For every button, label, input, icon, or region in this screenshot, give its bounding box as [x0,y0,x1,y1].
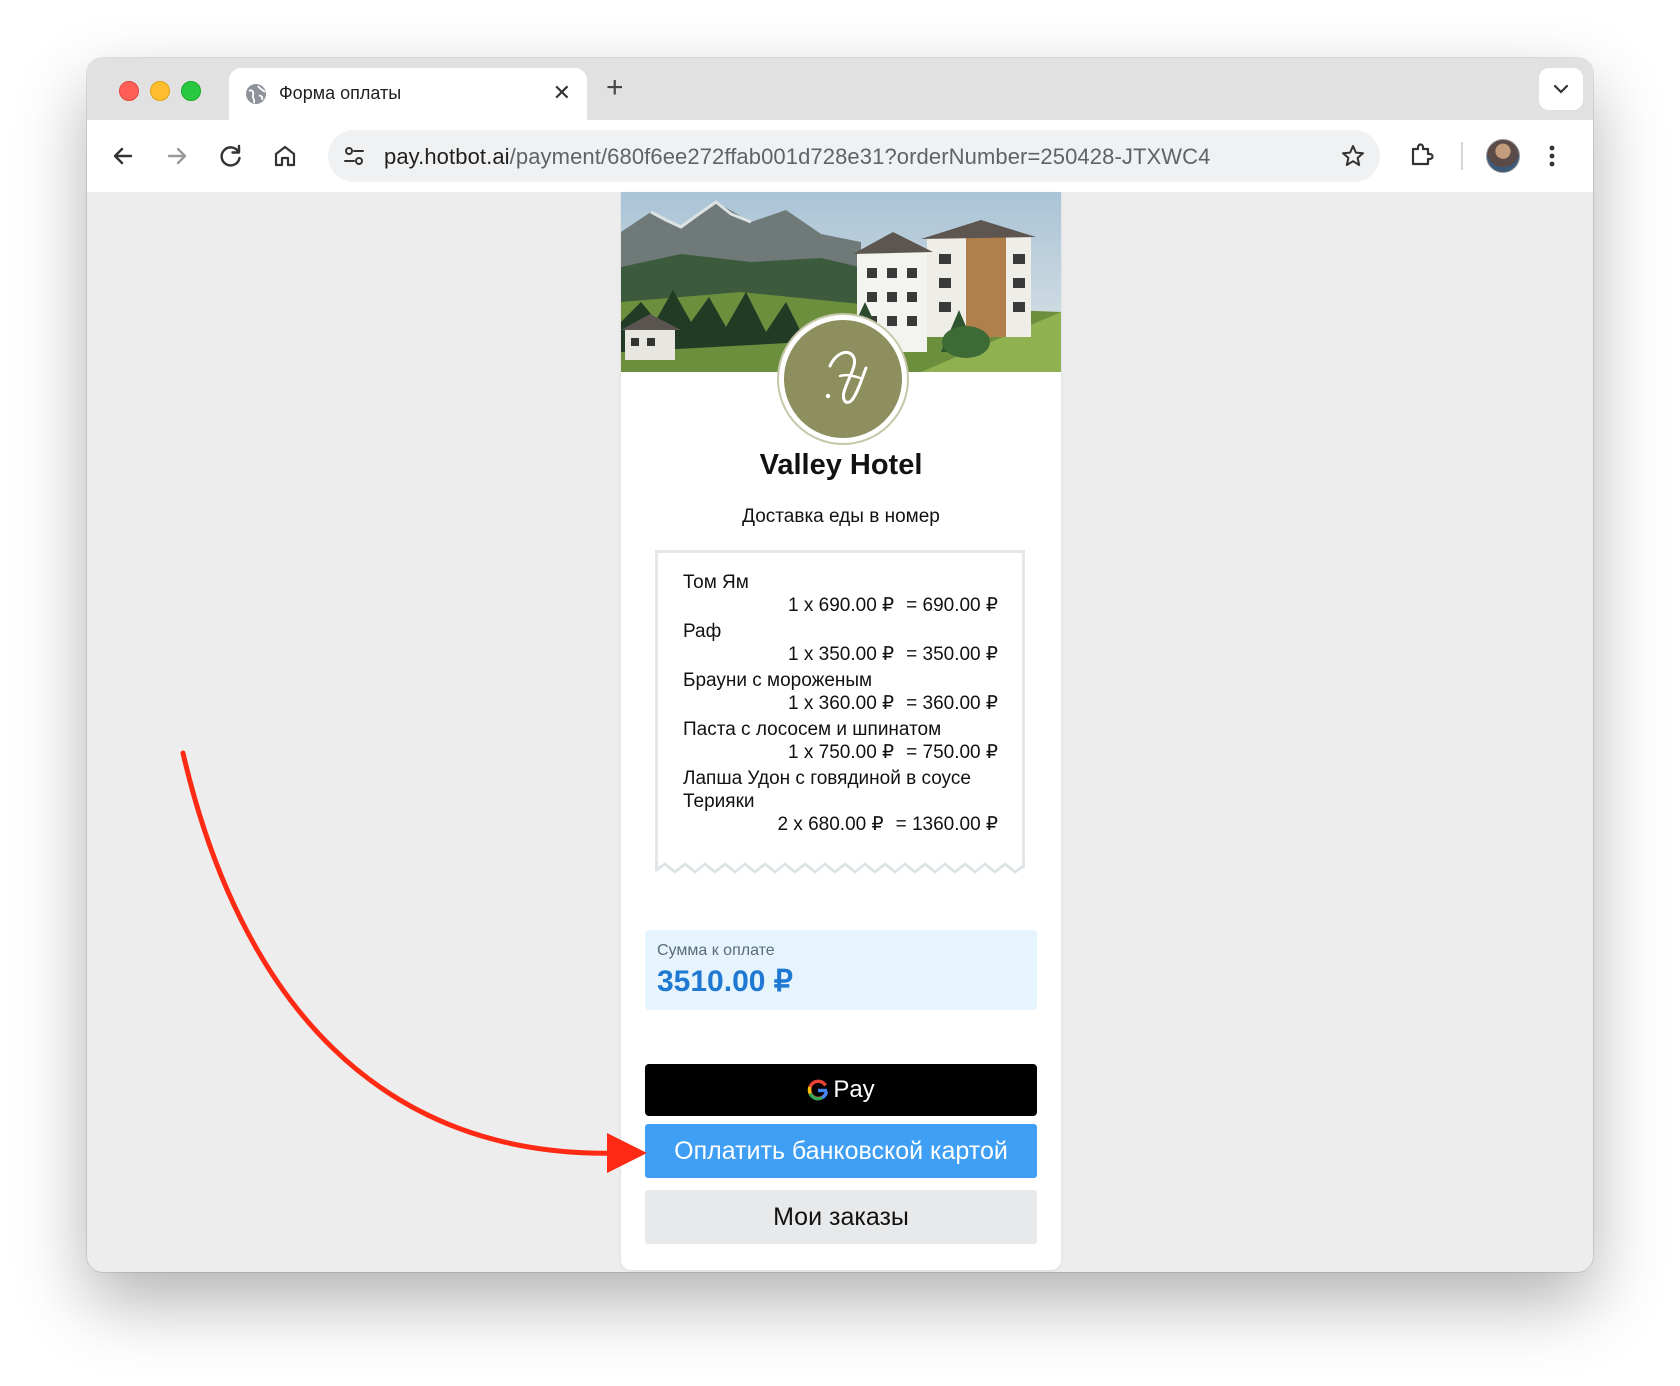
profile-avatar[interactable] [1486,139,1520,173]
item-qty: 1 [788,644,799,665]
item-calculation: 1 x 350.00 ₽ = 350.00 ₽ [788,644,998,665]
item-price: 360.00 ₽ [818,693,895,714]
item-price: 350.00 ₽ [818,644,895,665]
google-g-icon [808,1079,829,1101]
extensions-puzzle-icon[interactable] [1407,140,1437,170]
total-amount-box: Сумма к оплате 3510.00 ₽ [645,930,1037,1010]
item-calculation: 1 x 750.00 ₽ = 750.00 ₽ [788,742,998,763]
google-pay-label: Pay [833,1076,875,1103]
title-bar: Форма оплаты ✕ + [87,58,1593,120]
browser-toolbar: pay.hotbot.ai/payment/680f6ee272ffab001d… [87,120,1593,193]
globe-icon [246,84,266,104]
address-bar[interactable]: pay.hotbot.ai/payment/680f6ee272ffab001d… [328,130,1380,182]
item-qty: 1 [788,595,799,616]
browser-tab[interactable]: Форма оплаты ✕ [229,68,587,120]
list-item: Лапша Удон с говядиной в соусе Терияки 2… [683,767,998,836]
toolbar-divider [1461,142,1463,170]
chevron-down-icon [1553,84,1569,94]
item-qty: 1 [788,742,799,763]
order-receipt: Том Ям 1 x 690.00 ₽ = 690.00 ₽ Раф 1 x 35… [655,550,1025,868]
google-pay-button[interactable]: Pay [645,1064,1037,1116]
item-name: Брауни с мороженым [683,670,873,691]
item-name: Раф [683,621,722,642]
tab-search-button[interactable] [1539,68,1583,110]
receipt-zigzag-edge [655,862,1025,874]
item-calculation: 1 x 360.00 ₽ = 360.00 ₽ [788,693,998,714]
item-total: = 750.00 ₽ [906,742,998,763]
item-calculation: 1 x 690.00 ₽ = 690.00 ₽ [788,595,998,616]
item-name: Том Ям [683,572,749,593]
item-total: = 1360.00 ₽ [895,814,998,835]
bookmark-star-icon[interactable] [1340,143,1366,169]
my-orders-button[interactable]: Мои заказы [645,1190,1037,1244]
item-calculation: 2 x 680.00 ₽ = 1360.00 ₽ [777,814,998,835]
total-value: 3510.00 ₽ [657,965,793,998]
hotel-name: Valley Hotel [759,449,923,481]
close-window-button[interactable] [119,81,139,101]
tab-title: Форма оплаты [279,83,402,103]
list-item: Брауни с мороженым 1 x 360.00 ₽ = 360.00 … [683,669,998,715]
forward-arrow-icon[interactable] [161,140,193,172]
list-item: Том Ям 1 x 690.00 ₽ = 690.00 ₽ [683,571,998,617]
page-content: Valley Hotel Доставка еды в номер Том Ям… [87,192,1593,1272]
maximize-window-button[interactable] [181,81,201,101]
service-title: Доставка еды в номер [742,506,940,527]
hotel-monogram-icon [825,350,868,404]
url-path: /payment/680f6ee272ffab001d728e31?orderN… [509,144,1211,169]
item-price: 680.00 ₽ [808,814,884,835]
item-total: = 360.00 ₽ [906,693,998,714]
item-name: Паста с лососем и шпинатом [683,719,942,740]
item-qty: 2 [777,814,789,835]
tab-close-icon[interactable]: ✕ [553,80,571,106]
site-settings-icon[interactable] [342,144,366,168]
url-text[interactable]: pay.hotbot.ai/payment/680f6ee272ffab001d… [384,144,1210,170]
back-arrow-icon[interactable] [107,140,139,172]
new-tab-icon[interactable]: + [606,71,624,105]
order-items-list: Том Ям 1 x 690.00 ₽ = 690.00 ₽ Раф 1 x 35… [683,571,998,839]
item-total: = 350.00 ₽ [906,644,998,665]
hotel-logo [779,315,907,443]
browser-window: Форма оплаты ✕ + pay.hotbot.ai/payment/6… [87,58,1593,1272]
item-price: 750.00 ₽ [818,742,895,763]
more-vert-icon[interactable] [1546,140,1558,172]
payment-card: Valley Hotel Доставка еды в номер Том Ям… [621,192,1061,1270]
total-label: Сумма к оплате [657,942,775,959]
item-total: = 690.00 ₽ [906,595,998,616]
item-price: 690.00 ₽ [818,595,895,616]
url-host: pay.hotbot.ai [384,144,510,169]
minimize-window-button[interactable] [150,81,170,101]
pay-by-card-button[interactable]: Оплатить банковской картой [645,1124,1037,1178]
item-name: Лапша Удон с говядиной в соусе Терияки [683,768,971,812]
home-icon[interactable] [269,140,301,172]
item-qty: 1 [788,693,799,714]
list-item: Раф 1 x 350.00 ₽ = 350.00 ₽ [683,620,998,666]
reload-icon[interactable] [215,140,247,172]
list-item: Паста с лососем и шпинатом 1 x 750.00 ₽ =… [683,718,998,764]
